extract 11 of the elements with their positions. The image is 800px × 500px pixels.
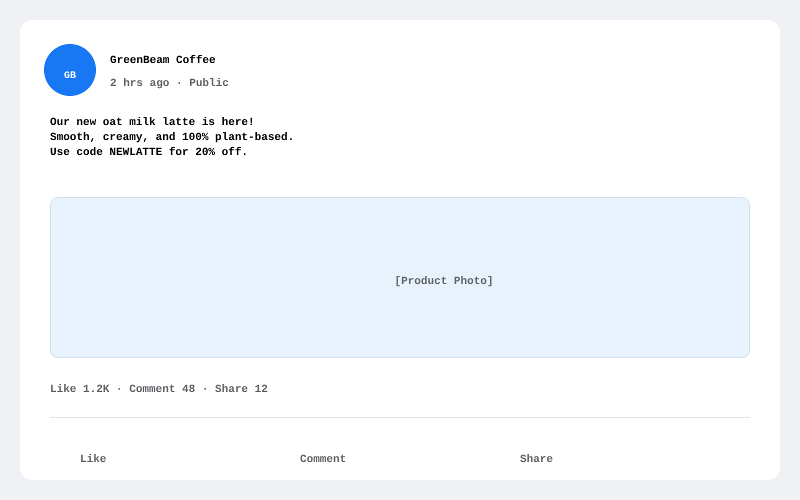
placeholder-label: [Product Photo] (394, 275, 494, 290)
action-button[interactable]: Like (80, 453, 106, 467)
post-text-line: Use code NEWLATTE for 20% off. (50, 146, 250, 161)
action-button[interactable]: Share (520, 453, 554, 467)
engagement-stats: Like 1.2K · Comment 48 · Share 12 (50, 384, 268, 396)
post-text-line: Smooth, creamy, and 100% plant-based. (50, 131, 296, 146)
avatar: GB (44, 44, 96, 96)
post-meta: 2 hrs ago · Public (110, 77, 229, 91)
action-button[interactable]: Comment (300, 453, 346, 467)
post-text-line: Our new oat milk latte is here! (50, 116, 256, 131)
author-name: GreenBeam Coffee (110, 54, 217, 68)
